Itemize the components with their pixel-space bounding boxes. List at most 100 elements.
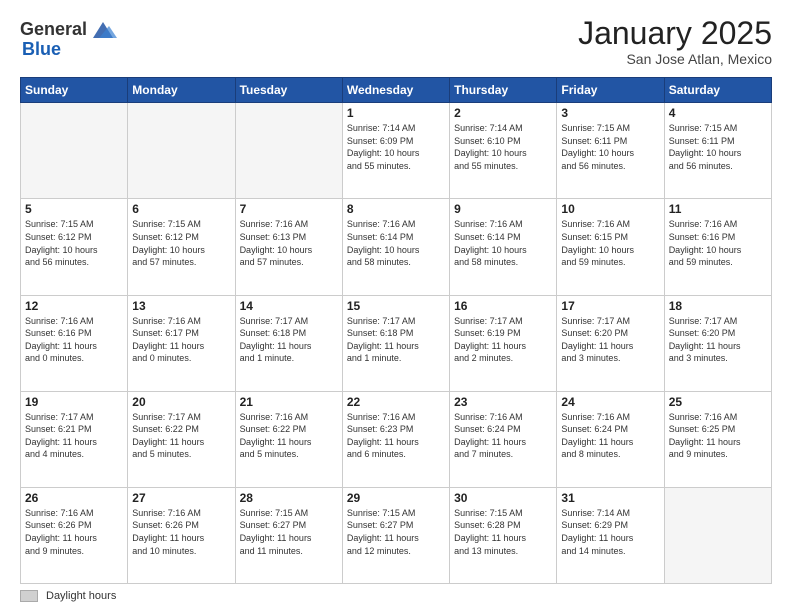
table-row: 4 Sunrise: 7:15 AM Sunset: 6:11 PM Daylig… [664,103,771,199]
day-number: 21 [240,395,338,409]
day-number: 9 [454,202,552,216]
col-tuesday: Tuesday [235,78,342,103]
day-number: 4 [669,106,767,120]
table-row: 27Sunrise: 7:16 AM Sunset: 6:26 PM Dayli… [128,487,235,583]
month-title: January 2025 [578,16,772,51]
table-row: 3 Sunrise: 7:15 AM Sunset: 6:11 PM Daylig… [557,103,664,199]
day-number: 13 [132,299,230,313]
col-wednesday: Wednesday [342,78,449,103]
day-number: 29 [347,491,445,505]
table-row: 12Sunrise: 7:16 AM Sunset: 6:16 PM Dayli… [21,295,128,391]
table-row [664,487,771,583]
day-number: 17 [561,299,659,313]
day-number: 12 [25,299,123,313]
calendar-week-row: 5Sunrise: 7:15 AM Sunset: 6:12 PM Daylig… [21,199,772,295]
table-row: 26 Sunrise: 7:16 AM Sunset: 6:26 PM Dayli… [21,487,128,583]
calendar-week-row: 26 Sunrise: 7:16 AM Sunset: 6:26 PM Dayli… [21,487,772,583]
calendar-week-row: 19 Sunrise: 7:17 AM Sunset: 6:21 PM Dayli… [21,391,772,487]
day-number: 3 [561,106,659,120]
day-info: Sunrise: 7:14 AM Sunset: 6:29 PM Dayligh… [561,507,659,557]
table-row: 24 Sunrise: 7:16 AM Sunset: 6:24 PM Dayli… [557,391,664,487]
page: General Blue January 2025 San Jose Atlan… [0,0,792,612]
table-row: 20Sunrise: 7:17 AM Sunset: 6:22 PM Dayli… [128,391,235,487]
day-number: 2 [454,106,552,120]
col-thursday: Thursday [450,78,557,103]
day-number: 15 [347,299,445,313]
day-number: 14 [240,299,338,313]
day-info: Sunrise: 7:16 AM Sunset: 6:24 PM Dayligh… [561,411,659,461]
day-number: 10 [561,202,659,216]
logo-icon [89,16,117,44]
day-info: Sunrise: 7:14 AM Sunset: 6:10 PM Dayligh… [454,122,552,172]
day-info: Sunrise: 7:17 AM Sunset: 6:21 PM Dayligh… [25,411,123,461]
day-number: 31 [561,491,659,505]
table-row: 1Sunrise: 7:14 AM Sunset: 6:09 PM Daylig… [342,103,449,199]
day-number: 28 [240,491,338,505]
day-info: Sunrise: 7:17 AM Sunset: 6:19 PM Dayligh… [454,315,552,365]
calendar-week-row: 12Sunrise: 7:16 AM Sunset: 6:16 PM Dayli… [21,295,772,391]
day-info: Sunrise: 7:15 AM Sunset: 6:11 PM Dayligh… [669,122,767,172]
day-number: 30 [454,491,552,505]
day-info: Sunrise: 7:15 AM Sunset: 6:27 PM Dayligh… [240,507,338,557]
day-info: Sunrise: 7:15 AM Sunset: 6:28 PM Dayligh… [454,507,552,557]
day-number: 19 [25,395,123,409]
table-row: 19 Sunrise: 7:17 AM Sunset: 6:21 PM Dayli… [21,391,128,487]
day-info: Sunrise: 7:17 AM Sunset: 6:18 PM Dayligh… [240,315,338,365]
day-number: 11 [669,202,767,216]
day-info: Sunrise: 7:16 AM Sunset: 6:16 PM Dayligh… [669,218,767,268]
day-info: Sunrise: 7:16 AM Sunset: 6:22 PM Dayligh… [240,411,338,461]
day-info: Sunrise: 7:16 AM Sunset: 6:26 PM Dayligh… [25,507,123,557]
logo-blue-text: Blue [22,40,61,60]
table-row: 28 Sunrise: 7:15 AM Sunset: 6:27 PM Dayli… [235,487,342,583]
table-row: 21 Sunrise: 7:16 AM Sunset: 6:22 PM Dayli… [235,391,342,487]
table-row: 29 Sunrise: 7:15 AM Sunset: 6:27 PM Dayli… [342,487,449,583]
header: General Blue January 2025 San Jose Atlan… [20,16,772,67]
day-info: Sunrise: 7:16 AM Sunset: 6:14 PM Dayligh… [347,218,445,268]
day-number: 6 [132,202,230,216]
col-saturday: Saturday [664,78,771,103]
table-row: 10Sunrise: 7:16 AM Sunset: 6:15 PM Dayli… [557,199,664,295]
table-row [128,103,235,199]
day-number: 23 [454,395,552,409]
daylight-legend-box [20,590,38,602]
table-row: 31 Sunrise: 7:14 AM Sunset: 6:29 PM Dayli… [557,487,664,583]
table-row: 16 Sunrise: 7:17 AM Sunset: 6:19 PM Dayli… [450,295,557,391]
calendar-table: Sunday Monday Tuesday Wednesday Thursday… [20,77,772,584]
table-row: 18 Sunrise: 7:17 AM Sunset: 6:20 PM Dayli… [664,295,771,391]
logo: General Blue [20,16,117,60]
table-row: 8 Sunrise: 7:16 AM Sunset: 6:14 PM Daylig… [342,199,449,295]
day-info: Sunrise: 7:15 AM Sunset: 6:12 PM Dayligh… [25,218,123,268]
day-info: Sunrise: 7:15 AM Sunset: 6:27 PM Dayligh… [347,507,445,557]
table-row: 17 Sunrise: 7:17 AM Sunset: 6:20 PM Dayli… [557,295,664,391]
day-info: Sunrise: 7:16 AM Sunset: 6:25 PM Dayligh… [669,411,767,461]
logo-general-text: General [20,20,87,40]
calendar-header-row: Sunday Monday Tuesday Wednesday Thursday… [21,78,772,103]
day-info: Sunrise: 7:14 AM Sunset: 6:09 PM Dayligh… [347,122,445,172]
day-number: 18 [669,299,767,313]
table-row: 2 Sunrise: 7:14 AM Sunset: 6:10 PM Daylig… [450,103,557,199]
day-info: Sunrise: 7:17 AM Sunset: 6:22 PM Dayligh… [132,411,230,461]
day-info: Sunrise: 7:17 AM Sunset: 6:20 PM Dayligh… [669,315,767,365]
day-number: 24 [561,395,659,409]
col-sunday: Sunday [21,78,128,103]
day-info: Sunrise: 7:15 AM Sunset: 6:11 PM Dayligh… [561,122,659,172]
table-row: 13Sunrise: 7:16 AM Sunset: 6:17 PM Dayli… [128,295,235,391]
table-row [235,103,342,199]
day-number: 26 [25,491,123,505]
table-row: 15Sunrise: 7:17 AM Sunset: 6:18 PM Dayli… [342,295,449,391]
day-info: Sunrise: 7:16 AM Sunset: 6:26 PM Dayligh… [132,507,230,557]
col-monday: Monday [128,78,235,103]
footer: Daylight hours [20,590,772,602]
day-info: Sunrise: 7:17 AM Sunset: 6:20 PM Dayligh… [561,315,659,365]
day-number: 22 [347,395,445,409]
day-number: 16 [454,299,552,313]
title-area: January 2025 San Jose Atlan, Mexico [578,16,772,67]
day-info: Sunrise: 7:16 AM Sunset: 6:24 PM Dayligh… [454,411,552,461]
table-row: 9Sunrise: 7:16 AM Sunset: 6:14 PM Daylig… [450,199,557,295]
table-row: 11 Sunrise: 7:16 AM Sunset: 6:16 PM Dayli… [664,199,771,295]
table-row: 23 Sunrise: 7:16 AM Sunset: 6:24 PM Dayli… [450,391,557,487]
table-row: 7Sunrise: 7:16 AM Sunset: 6:13 PM Daylig… [235,199,342,295]
day-info: Sunrise: 7:16 AM Sunset: 6:13 PM Dayligh… [240,218,338,268]
day-number: 8 [347,202,445,216]
calendar-week-row: 1Sunrise: 7:14 AM Sunset: 6:09 PM Daylig… [21,103,772,199]
